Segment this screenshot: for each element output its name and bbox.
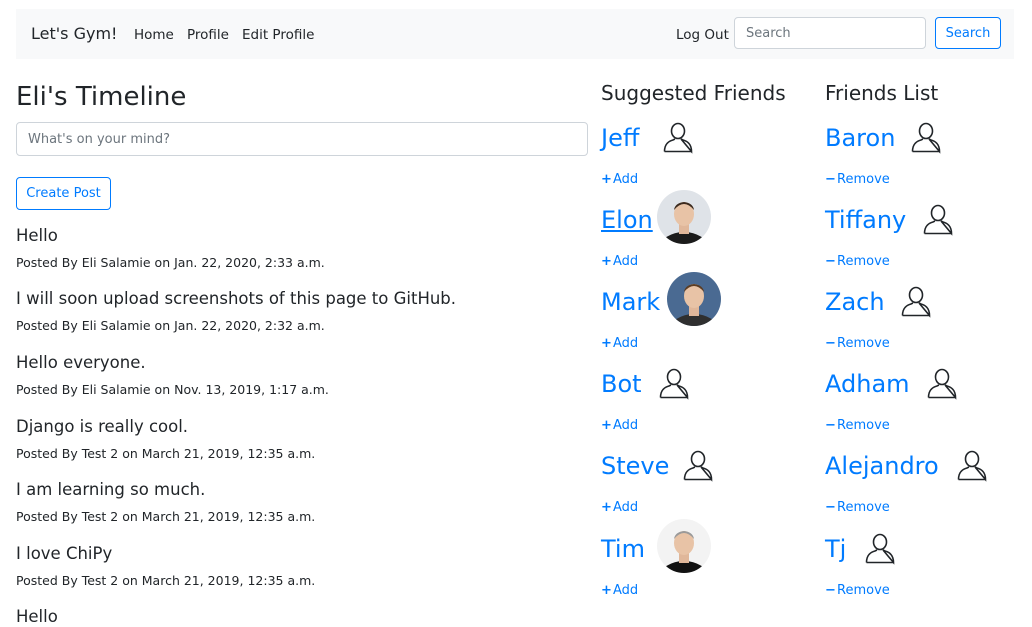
post-meta: Posted By Eli Salamie on Jan. 22, 2020, … (16, 318, 325, 333)
post-item: I love ChiPy Posted By Test 2 on March 21… (16, 544, 315, 589)
post-meta: Posted By Eli Salamie on Jan. 22, 2020, … (16, 255, 325, 270)
user-outline-icon (899, 284, 933, 318)
post-text: Hello (16, 607, 58, 626)
user-outline-icon (863, 531, 897, 565)
remove-friend-button[interactable]: −Remove (825, 254, 890, 269)
post-meta: Posted By Test 2 on March 21, 2019, 12:3… (16, 446, 316, 461)
friend-name-link[interactable]: Zach (825, 288, 885, 316)
action-label: Add (613, 418, 639, 433)
plus-icon: + (601, 172, 612, 187)
post-text: I will soon upload screenshots of this p… (16, 289, 457, 308)
remove-friend-button[interactable]: −Remove (825, 500, 890, 515)
navbar: Let's Gym! Home Profile Edit Profile Log… (16, 9, 1014, 59)
friend-name-link[interactable]: Steve (601, 452, 669, 480)
create-post-button[interactable]: Create Post (16, 177, 111, 210)
remove-friend-button[interactable]: −Remove (825, 336, 890, 351)
remove-friend-button[interactable]: −Remove (825, 418, 890, 433)
minus-icon: − (825, 254, 836, 269)
user-outline-icon (681, 448, 715, 482)
action-label: Add (613, 583, 639, 598)
friend-name-link[interactable]: Elon (601, 206, 653, 234)
action-label: Remove (837, 583, 890, 598)
friend-name-link[interactable]: Tj (825, 535, 846, 563)
suggested-friends-title: Suggested Friends (601, 81, 786, 105)
plus-icon: + (601, 418, 612, 433)
friend-name-link[interactable]: Tim (601, 535, 645, 563)
user-outline-icon (909, 120, 943, 154)
user-outline-icon (921, 202, 955, 236)
friend-name-link[interactable]: Bot (601, 370, 642, 398)
add-friend-button[interactable]: +Add (601, 418, 638, 433)
avatar-photo (667, 272, 721, 326)
post-meta: Posted By Test 2 on March 21, 2019, 12:3… (16, 573, 316, 588)
plus-icon: + (601, 583, 612, 598)
plus-icon: + (601, 254, 612, 269)
friend-name-link[interactable]: Jeff (601, 124, 639, 152)
page-title: Eli's Timeline (16, 82, 187, 112)
minus-icon: − (825, 583, 836, 598)
post-item: Hello everyone. Posted By Eli Salamie on … (16, 353, 329, 398)
add-friend-button[interactable]: +Add (601, 254, 638, 269)
plus-icon: + (601, 336, 612, 351)
friend-name-link[interactable]: Alejandro (825, 452, 939, 480)
post-item: Hello Posted By Eli Salamie on Jan. 22, 2… (16, 226, 325, 271)
action-label: Add (613, 336, 639, 351)
user-outline-icon (657, 366, 691, 400)
plus-icon: + (601, 500, 612, 515)
post-text: Django is really cool. (16, 417, 189, 436)
action-label: Remove (837, 254, 890, 269)
post-item: I am learning so much. Posted By Test 2 o… (16, 480, 315, 525)
remove-friend-button[interactable]: −Remove (825, 172, 890, 187)
action-label: Remove (837, 418, 890, 433)
action-label: Remove (837, 172, 890, 187)
nav-home-link[interactable]: Home (134, 27, 174, 43)
avatar-photo (657, 190, 711, 244)
action-label: Add (613, 500, 639, 515)
action-label: Add (613, 172, 639, 187)
friend-name-link[interactable]: Mark (601, 288, 660, 316)
post-text: Hello everyone. (16, 353, 146, 372)
post-text: I love ChiPy (16, 544, 113, 563)
user-outline-icon (955, 448, 989, 482)
post-meta: Posted By Test 2 on March 21, 2019, 12:3… (16, 509, 316, 524)
post-text: I am learning so much. (16, 480, 206, 499)
nav-edit-profile-link[interactable]: Edit Profile (242, 27, 314, 43)
friend-name-link[interactable]: Tiffany (825, 206, 906, 234)
post-item: Hello (16, 607, 58, 627)
add-friend-button[interactable]: +Add (601, 500, 638, 515)
post-text: Hello (16, 226, 58, 245)
brand-link[interactable]: Let's Gym! (31, 24, 117, 43)
action-label: Add (613, 254, 639, 269)
friends-list-title: Friends List (825, 81, 939, 105)
minus-icon: − (825, 418, 836, 433)
post-item: I will soon upload screenshots of this p… (16, 289, 456, 334)
post-input[interactable] (16, 122, 588, 156)
add-friend-button[interactable]: +Add (601, 172, 638, 187)
user-outline-icon (661, 120, 695, 154)
action-label: Remove (837, 336, 890, 351)
add-friend-button[interactable]: +Add (601, 336, 638, 351)
friend-name-link[interactable]: Baron (825, 124, 895, 152)
remove-friend-button[interactable]: −Remove (825, 583, 890, 598)
post-item: Django is really cool. Posted By Test 2 o… (16, 417, 315, 462)
action-label: Remove (837, 500, 890, 515)
user-outline-icon (925, 366, 959, 400)
search-input[interactable] (734, 17, 926, 49)
minus-icon: − (825, 336, 836, 351)
minus-icon: − (825, 500, 836, 515)
avatar-photo (657, 519, 711, 573)
search-button[interactable]: Search (935, 17, 1001, 49)
post-meta: Posted By Eli Salamie on Nov. 13, 2019, … (16, 382, 329, 397)
logout-link[interactable]: Log Out (676, 27, 729, 43)
nav-profile-link[interactable]: Profile (187, 27, 229, 43)
add-friend-button[interactable]: +Add (601, 583, 638, 598)
minus-icon: − (825, 172, 836, 187)
friend-name-link[interactable]: Adham (825, 370, 910, 398)
